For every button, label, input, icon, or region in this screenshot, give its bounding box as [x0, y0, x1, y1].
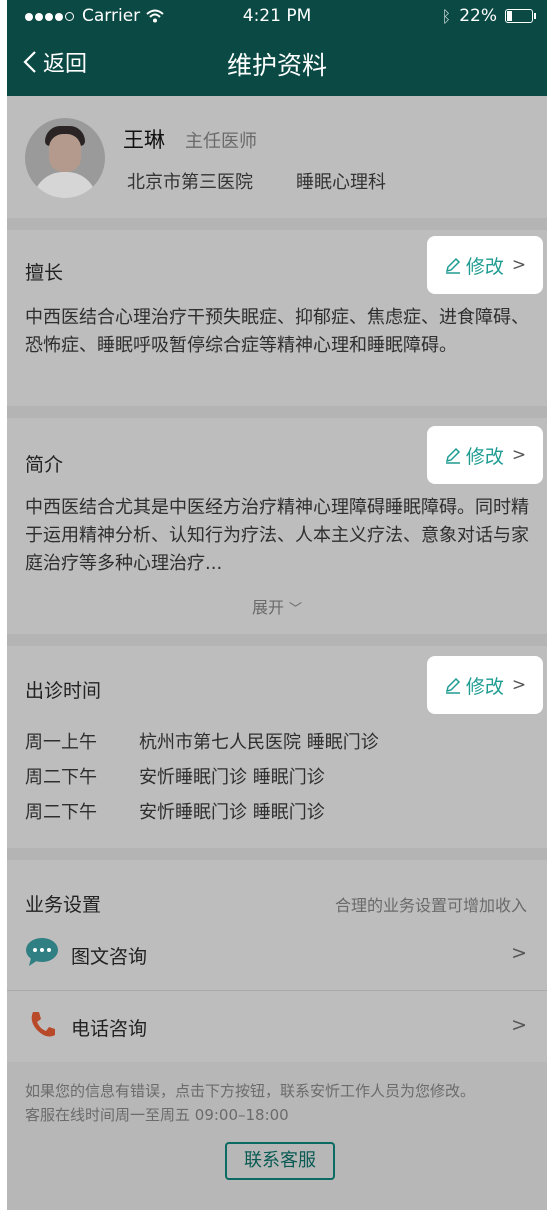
divider	[7, 406, 547, 418]
schedule-heading: 出诊时间	[25, 680, 102, 702]
chat-bubble-icon	[26, 938, 58, 966]
expand-button[interactable]: 展开 ﹀	[7, 594, 547, 618]
specialty-heading: 擅长	[25, 262, 64, 284]
footer-hours: 客服在线时间周一至周五 09:00–18:00	[25, 1106, 289, 1124]
page-title: 维护资料	[226, 51, 327, 80]
schedule-day: 周一上午	[25, 732, 97, 753]
service-text-consult[interactable]: 图文咨询 >	[7, 920, 547, 991]
phone-icon	[31, 1012, 55, 1037]
edit-label: 修改	[465, 445, 504, 468]
doctor-rank: 主任医师	[185, 131, 257, 152]
divider	[7, 634, 547, 646]
expand-label: 展开	[251, 598, 284, 617]
schedule-row: 周一上午 杭州市第七人民医院 睡眠门诊	[25, 728, 379, 754]
chevron-right-icon: >	[511, 675, 527, 695]
intro-text: 中西医结合尤其是中医经方治疗精神心理障碍睡眠障碍。同时精于运用精神分析、认知行为…	[25, 497, 529, 574]
battery-icon	[505, 9, 536, 23]
schedule-place: 安忻睡眠门诊 睡眠门诊	[139, 802, 325, 823]
doctor-hospital: 北京市第三医院	[127, 172, 253, 193]
schedule-place: 安忻睡眠门诊 睡眠门诊	[139, 767, 325, 788]
battery-percent: 22%	[459, 6, 497, 26]
schedule-day: 周二下午	[25, 767, 97, 788]
profile-section: 王琳 主任医师 北京市第三医院 睡眠心理科	[7, 96, 547, 218]
doctor-department: 睡眠心理科	[296, 172, 386, 193]
business-hint: 合理的业务设置可增加收入	[334, 896, 527, 915]
specialty-text: 中西医结合心理治疗干预失眠症、抑郁症、焦虑症、进食障碍、恐怖症、睡眠呼吸暂停综合…	[25, 307, 529, 356]
footer: 如果您的信息有错误，点击下方按钮，联系安忻工作人员为您修改。 客服在线时间周一至…	[7, 1062, 547, 1210]
edit-specialty-button[interactable]: 修改 >	[427, 236, 543, 294]
bluetooth-icon: ᛒ	[441, 6, 452, 26]
business-heading: 业务设置	[25, 894, 102, 916]
service-phone-consult[interactable]: 电话咨询 >	[7, 992, 547, 1062]
chevron-right-icon: >	[511, 255, 527, 275]
schedule-day: 周二下午	[25, 802, 97, 823]
divider	[7, 218, 547, 230]
schedule-place: 杭州市第七人民医院 睡眠门诊	[139, 732, 379, 753]
pencil-icon	[445, 257, 460, 274]
service-label: 电话咨询	[71, 1018, 148, 1040]
app-screen: Carrier 4:21 PM ᛒ 22% 返回 维护资料 王琳 主任医师 北京…	[7, 0, 547, 1210]
schedule-row: 周二下午 安忻睡眠门诊 睡眠门诊	[25, 798, 325, 824]
doctor-name: 王琳	[123, 128, 165, 152]
chevron-right-icon: >	[511, 445, 527, 465]
chevron-right-icon: >	[511, 942, 527, 964]
status-bar: Carrier 4:21 PM ᛒ 22%	[7, 0, 547, 32]
pencil-icon	[445, 447, 460, 464]
edit-label: 修改	[465, 675, 504, 698]
schedule-row: 周二下午 安忻睡眠门诊 睡眠门诊	[25, 763, 325, 789]
avatar	[25, 118, 105, 198]
edit-intro-button[interactable]: 修改 >	[427, 426, 543, 484]
pencil-icon	[445, 677, 460, 694]
edit-schedule-button[interactable]: 修改 >	[427, 656, 543, 714]
business-section: 业务设置 合理的业务设置可增加收入 图文咨询 > 电话咨询 >	[7, 860, 547, 1062]
nav-bar: 返回 维护资料	[7, 32, 547, 96]
divider	[7, 848, 547, 860]
edit-label: 修改	[465, 255, 504, 278]
intro-section: 简介 修改 > 中西医结合尤其是中医经方治疗精神心理障碍睡眠障碍。同时精于运用精…	[7, 418, 547, 634]
specialty-section: 擅长 修改 > 中西医结合心理治疗干预失眠症、抑郁症、焦虑症、进食障碍、恐怖症、…	[7, 230, 547, 406]
footer-note: 如果您的信息有错误，点击下方按钮，联系安忻工作人员为您修改。	[25, 1082, 476, 1100]
header: Carrier 4:21 PM ᛒ 22% 返回 维护资料	[7, 0, 547, 96]
schedule-section: 出诊时间 修改 > 周一上午 杭州市第七人民医院 睡眠门诊 周二下午 安忻睡眠门诊 …	[7, 646, 547, 848]
battery-info: ᛒ 22%	[441, 6, 536, 26]
contact-support-button[interactable]: 联系客服	[225, 1142, 335, 1180]
service-label: 图文咨询	[71, 946, 148, 968]
intro-heading: 简介	[25, 454, 64, 476]
chevron-right-icon: >	[511, 1014, 527, 1036]
chevron-down-icon: ﹀	[289, 602, 303, 617]
